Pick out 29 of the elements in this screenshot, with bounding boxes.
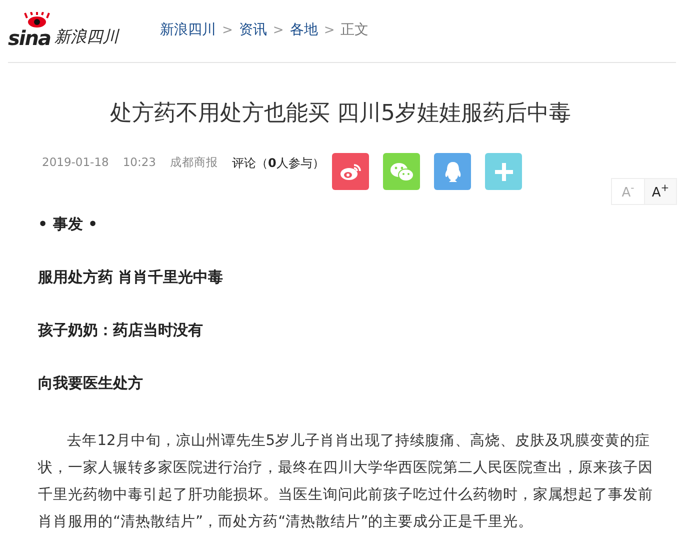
chat-bubbles-icon	[390, 162, 414, 182]
font-size-button[interactable]: A$^{+}$	[644, 179, 676, 204]
share-button[interactable]	[383, 153, 420, 190]
breadcrumb-link[interactable]: 资讯	[238, 21, 267, 39]
breadcrumb-separator: >	[272, 22, 284, 38]
publish-date: 2019-01-18	[42, 155, 109, 171]
body-paragraph: 去年12月中旬，凉山州谭先生5岁儿子肖肖出现了持续腹痛、高烧、皮肤及巩膜变黄的症状，一家人辗转多家医院进行治疗，最终在四川大学华西医院第二人民医院查出，原来孩子因千里光药物中毒引起了肝功能损坏。当医生询问此前孩子吃过什么药物时，家属想起了事发前肖肖服用的“清热散结片”，而处方药“清热散结片”的主要成分正是千里光。	[38, 431, 654, 532]
news-source: 成都商报	[170, 155, 218, 171]
logo-site-name: 新浪四川	[54, 27, 118, 48]
section-heading: 服用处方药 肖肖千里光中毒	[38, 268, 224, 287]
penguin-icon	[444, 160, 462, 182]
share-button[interactable]	[434, 153, 471, 190]
plus-icon	[494, 162, 514, 182]
section-heading: 孩子奶奶：药店当时没有	[38, 321, 204, 340]
weibo-icon	[340, 162, 362, 180]
breadcrumb-link[interactable]: 各地	[290, 21, 318, 39]
section-heading: 向我要医生处方	[38, 374, 144, 393]
section-heading: • 事发 •	[38, 215, 99, 234]
article-title: 处方药不用处方也能买 四川5岁娃娃服药后中毒	[109, 100, 572, 128]
breadcrumb-separator: >	[324, 22, 335, 38]
breadcrumb-separator: >	[222, 22, 233, 38]
comments-link[interactable]: 评论（0人参与）	[232, 155, 324, 172]
publish-time: 10:23	[122, 155, 156, 171]
logo-wordmark: sina	[8, 26, 50, 50]
breadcrumb-current: 正文	[340, 21, 369, 39]
breadcrumb-link[interactable]: 新浪四川	[160, 21, 216, 39]
share-button[interactable]	[485, 153, 522, 190]
share-button[interactable]	[332, 153, 369, 190]
eye-logo-icon	[22, 12, 52, 28]
